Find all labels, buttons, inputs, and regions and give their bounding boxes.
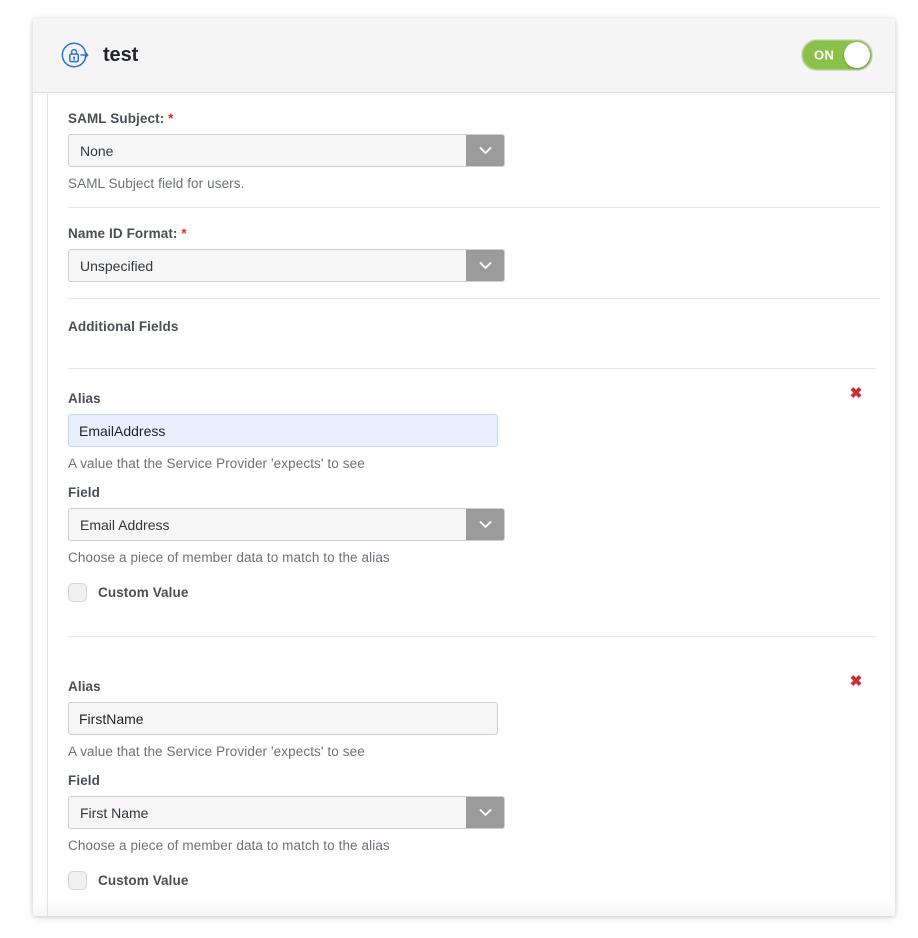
additional-field-row: ✖ Alias A value that the Service Provide…	[68, 369, 880, 657]
field-select[interactable]: Email Address	[68, 508, 505, 541]
required-asterisk: *	[181, 226, 187, 241]
enabled-toggle-label: ON	[814, 47, 835, 63]
name-id-format-label-text: Name ID Format:	[68, 226, 178, 241]
field-label: Field	[68, 485, 101, 500]
custom-value-checkbox[interactable]	[68, 871, 87, 890]
saml-subject-select[interactable]: None	[68, 134, 505, 167]
custom-value-checkbox[interactable]	[68, 583, 87, 602]
alias-label: Alias	[68, 391, 101, 406]
saml-subject-label-text: SAML Subject:	[68, 111, 165, 126]
alias-label: Alias	[68, 679, 101, 694]
additional-fields-heading: Additional Fields	[68, 319, 179, 334]
remove-field-button[interactable]: ✖	[847, 673, 865, 691]
additional-fields-header: Additional Fields	[68, 299, 880, 369]
saml-subject-section: SAML Subject: * None SAML Subject field …	[68, 93, 880, 208]
field-help: Choose a piece of member data to match t…	[68, 550, 390, 565]
saml-subject-help: SAML Subject field for users.	[68, 176, 245, 191]
name-id-format-section: Name ID Format: * Unspecified	[68, 208, 880, 299]
name-id-format-label: Name ID Format: *	[68, 226, 880, 241]
alias-input[interactable]	[68, 414, 498, 447]
screen-root: test ON SAML Subject: * None SAML Subjec…	[0, 0, 918, 938]
field-help: Choose a piece of member data to match t…	[68, 838, 390, 853]
name-id-format-select[interactable]: Unspecified	[68, 249, 505, 282]
field-select-value: First Name	[69, 797, 466, 828]
custom-value-label: Custom Value	[98, 873, 189, 888]
field-select[interactable]: First Name	[68, 796, 505, 829]
card-body: SAML Subject: * None SAML Subject field …	[33, 93, 895, 916]
sso-lock-arrow-icon	[60, 40, 90, 70]
name-id-format-value: Unspecified	[69, 250, 466, 281]
card-header: test ON	[33, 18, 895, 93]
chevron-down-icon[interactable]	[466, 797, 504, 828]
custom-value-checkbox-row[interactable]: Custom Value	[68, 871, 880, 890]
alias-help: A value that the Service Provider 'expec…	[68, 744, 365, 759]
chevron-down-icon[interactable]	[466, 509, 504, 540]
saml-subject-label: SAML Subject: *	[68, 111, 880, 126]
remove-field-button[interactable]: ✖	[847, 385, 865, 403]
required-asterisk: *	[168, 111, 174, 126]
field-label: Field	[68, 773, 101, 788]
page-title: test	[103, 43, 139, 66]
sso-provider-card: test ON SAML Subject: * None SAML Subjec…	[33, 18, 895, 916]
settings-panel: SAML Subject: * None SAML Subject field …	[47, 93, 895, 916]
custom-value-label: Custom Value	[98, 585, 189, 600]
alias-help: A value that the Service Provider 'expec…	[68, 456, 365, 471]
chevron-down-icon[interactable]	[466, 250, 504, 281]
custom-value-checkbox-row[interactable]: Custom Value	[68, 583, 880, 602]
divider	[68, 636, 876, 637]
additional-field-row: ✖ Alias A value that the Service Provide…	[68, 657, 880, 910]
enabled-toggle-knob	[844, 42, 870, 68]
chevron-down-icon[interactable]	[466, 135, 504, 166]
alias-input[interactable]	[68, 702, 498, 735]
field-select-value: Email Address	[69, 509, 466, 540]
enabled-toggle[interactable]: ON	[801, 39, 873, 71]
saml-subject-value: None	[69, 135, 466, 166]
